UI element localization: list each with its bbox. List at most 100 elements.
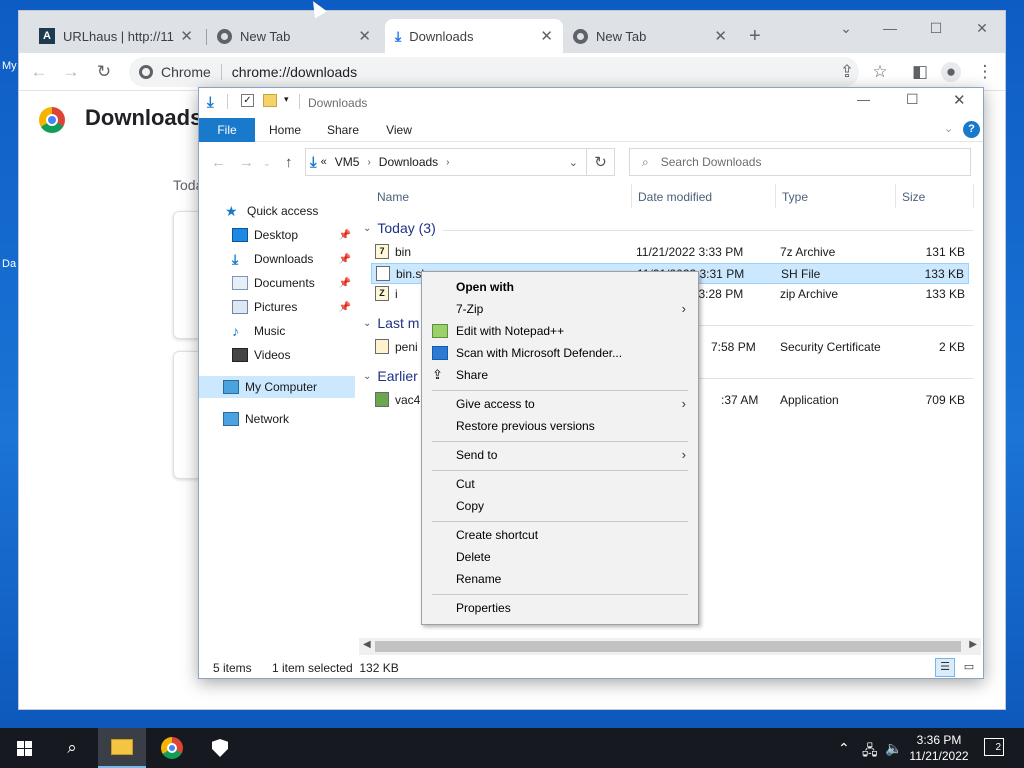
pin-icon[interactable]: 📌 [339,230,351,241]
pin-icon[interactable]: 📌 [339,278,351,289]
menu-item-properties[interactable]: Properties [424,597,696,619]
reload-icon[interactable]: ↻ [94,62,114,82]
refresh-icon[interactable]: ↻ [587,148,615,176]
close-window-icon[interactable]: ✕ [953,91,966,109]
taskbar-defender[interactable] [196,728,244,768]
customize-qat-icon[interactable]: ▾ [284,94,289,111]
nav-item-videos[interactable]: Videos [199,344,355,366]
ribbon-tab-home[interactable]: Home [263,118,307,142]
search-input[interactable]: ⌕ Search Downloads [629,148,971,176]
ribbon-tab-file[interactable]: File [199,118,255,142]
column-separator[interactable] [631,184,632,208]
tab-new-tab-2[interactable]: New Tab ✕ [563,19,737,53]
clock[interactable]: 3:36 PM 11/21/2022 [906,732,972,764]
menu-item-copy[interactable]: Copy [424,495,696,517]
menu-item-rename[interactable]: Rename [424,568,696,590]
properties-check-icon[interactable]: ✓ [241,94,254,107]
menu-item-send-to[interactable]: Send to › [424,444,696,466]
up-icon[interactable]: ↑ [285,154,293,171]
desktop-icon-label[interactable]: My [2,60,17,72]
back-icon[interactable]: ← [29,62,49,82]
horizontal-scrollbar[interactable]: ◀ ▶ [359,638,981,655]
expand-ribbon-icon[interactable]: ⌄ [944,122,953,135]
details-view-icon[interactable]: ☰ [935,658,955,677]
menu-item-give-access[interactable]: Give access to › [424,393,696,415]
pin-icon[interactable]: 📌 [339,302,351,313]
minimize-icon[interactable]: — [857,92,870,107]
ribbon-tab-view[interactable]: View [379,118,419,142]
nav-item-downloads[interactable]: ⤓ Downloads 📌 [199,248,355,270]
volume-icon[interactable]: 🔈 [885,740,902,757]
nav-item-pictures[interactable]: Pictures 📌 [199,296,355,318]
close-icon[interactable]: ✕ [180,27,193,45]
chevron-down-icon[interactable]: ⌄ [569,156,578,169]
nav-item-my-computer[interactable]: My Computer [199,376,355,398]
pin-icon[interactable]: 📌 [339,254,351,265]
taskbar-file-explorer[interactable] [98,728,146,768]
chevron-up-icon[interactable]: ⌃ [838,740,850,757]
column-header-size[interactable]: Size [902,190,925,204]
notification-center-icon[interactable]: 2 [984,738,1004,756]
menu-item-cut[interactable]: Cut [424,473,696,495]
menu-item-restore-versions[interactable]: Restore previous versions [424,415,696,437]
menu-item-delete[interactable]: Delete [424,546,696,568]
nav-item-network[interactable]: Network [199,408,355,430]
close-icon[interactable]: ✕ [358,27,371,45]
ribbon-tab-share[interactable]: Share [321,118,365,142]
desktop-icon-label[interactable]: Da [2,258,16,270]
column-separator[interactable] [973,184,974,208]
menu-item-open-with[interactable]: Open with [424,276,696,298]
scroll-right-icon[interactable]: ▶ [969,639,977,650]
taskbar-chrome[interactable] [148,728,196,768]
tab-search-icon[interactable]: ⌄ [831,17,861,39]
scrollbar-thumb[interactable] [375,641,961,652]
nav-item-documents[interactable]: Documents 📌 [199,272,355,294]
new-tab-button[interactable]: + [749,25,761,48]
menu-item-edit-notepadpp[interactable]: Edit with Notepad++ [424,320,696,342]
help-icon[interactable]: ? [963,121,980,138]
scroll-left-icon[interactable]: ◀ [363,639,371,650]
column-separator[interactable] [775,184,776,208]
search-button[interactable]: ⌕ [48,728,96,768]
close-window-icon[interactable]: ✕ [967,17,997,39]
address-bar[interactable]: ⤓ « VM5 › Downloads › ⌄ [305,148,587,176]
menu-item-share[interactable]: ⇪ Share [424,364,696,386]
side-panel-icon[interactable]: ◧ [910,62,930,82]
file-row-bin[interactable]: 7 bin 11/21/2022 3:33 PM 7z Archive 131 … [371,242,969,263]
maximize-icon[interactable]: ☐ [906,91,919,108]
close-icon[interactable]: ✕ [714,27,727,45]
nav-quick-access[interactable]: ★ Quick access [199,200,355,222]
maximize-icon[interactable]: ☐ [921,17,951,39]
menu-item-create-shortcut[interactable]: Create shortcut [424,524,696,546]
back-icon[interactable]: ← [211,154,226,171]
breadcrumb-vm5[interactable]: VM5 [335,155,360,169]
minimize-icon[interactable]: — [875,17,905,39]
column-header-name[interactable]: Name [377,190,409,204]
forward-icon[interactable]: → [61,62,81,82]
nav-item-music[interactable]: ♪ Music [199,320,355,342]
menu-item-scan-defender[interactable]: Scan with Microsoft Defender... [424,342,696,364]
omnibox[interactable]: Chrome chrome://downloads [129,57,859,87]
new-folder-icon[interactable] [263,94,277,107]
tab-new-tab-1[interactable]: New Tab ✕ [207,19,381,53]
bookmark-star-icon[interactable]: ☆ [870,62,890,82]
column-header-date-modified[interactable]: Date modified [638,190,712,204]
large-icons-view-icon[interactable]: ▭ [959,658,979,677]
start-button[interactable] [0,728,48,768]
breadcrumb-downloads[interactable]: Downloads [379,155,438,169]
tab-downloads[interactable]: ⤓ Downloads ✕ [385,19,563,53]
chevron-right-icon[interactable]: › [446,157,449,168]
network-icon[interactable]: 🖧 [862,740,878,764]
menu-kebab-icon[interactable]: ⋮ [975,62,995,82]
tab-urlhaus[interactable]: A URLhaus | http://115. ✕ [29,19,203,53]
menu-item-7zip[interactable]: 7-Zip › [424,298,696,320]
nav-item-desktop[interactable]: Desktop 📌 [199,224,355,246]
profile-avatar-icon[interactable]: ● [941,62,961,82]
column-separator[interactable] [895,184,896,208]
close-icon[interactable]: ✕ [540,27,553,45]
recent-locations-icon[interactable]: ⌄ [263,158,271,169]
forward-icon[interactable]: → [239,154,254,171]
column-header-type[interactable]: Type [782,190,808,204]
chevron-right-icon[interactable]: › [367,157,370,168]
group-header-today[interactable]: ⌄ Today (3) [363,220,975,236]
